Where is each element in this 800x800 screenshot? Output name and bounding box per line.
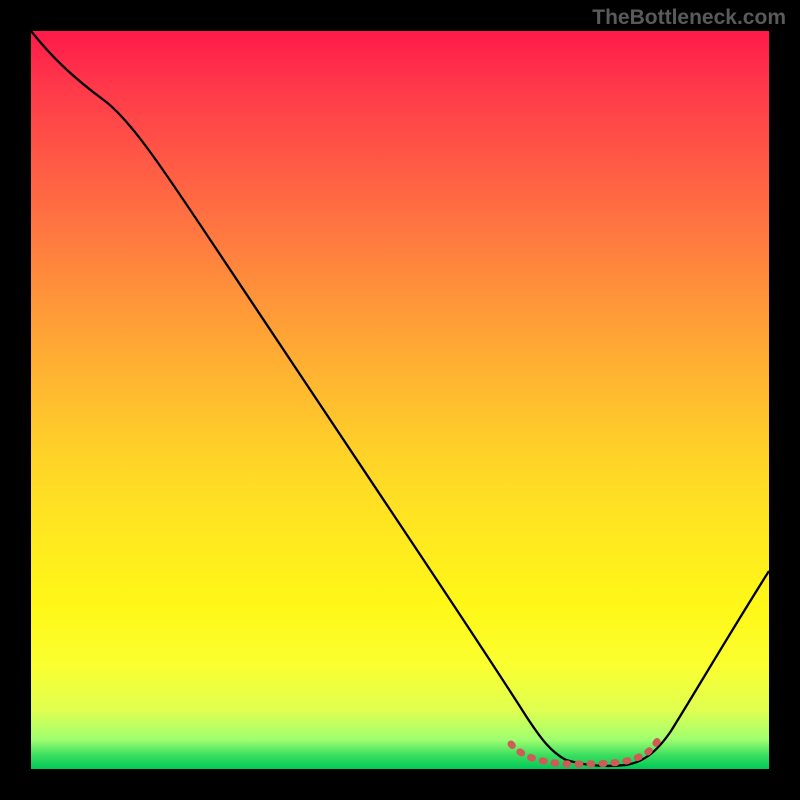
bottom-border <box>31 769 769 800</box>
chart-plot-area <box>31 31 769 769</box>
watermark-text: TheBottleneck.com <box>592 6 786 30</box>
chart-svg <box>31 31 769 769</box>
bottleneck-curve-line <box>31 31 769 766</box>
optimal-range-marker <box>511 740 658 764</box>
